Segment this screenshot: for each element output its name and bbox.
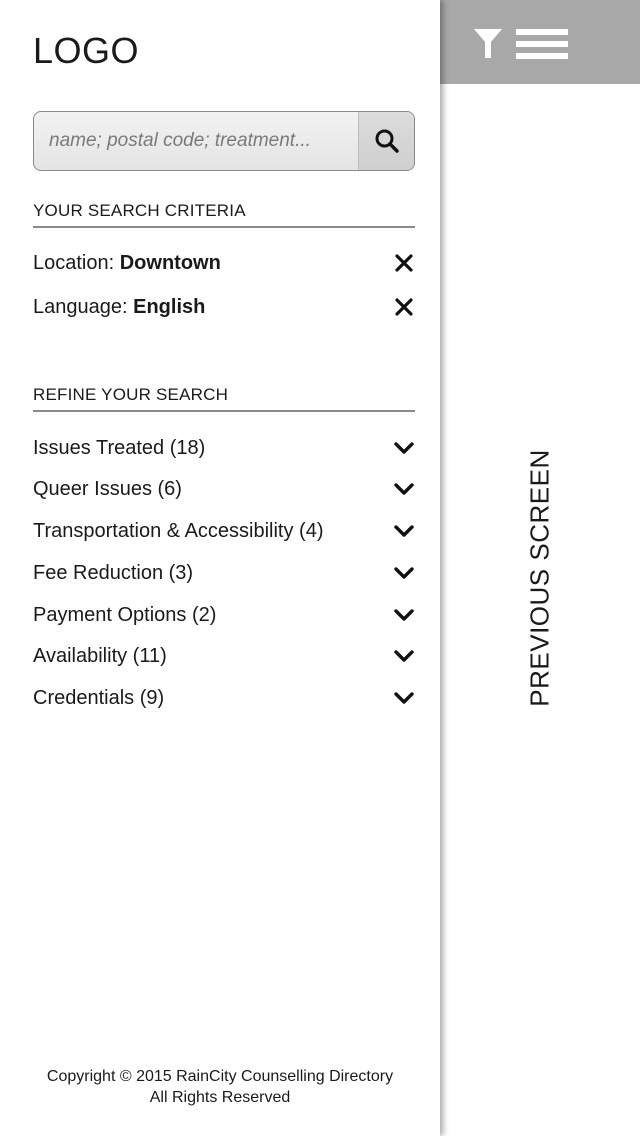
criteria-item-text: Language: English: [33, 296, 205, 319]
search-criteria-heading: YOUR SEARCH CRITERIA: [33, 201, 415, 228]
copyright-text: Copyright © 2015 RainCity Counselling Di…: [46, 1068, 394, 1085]
search-icon: [375, 129, 399, 153]
rights-text: All Rights Reserved: [149, 1089, 291, 1106]
refine-item-availability[interactable]: Availability (11): [33, 641, 415, 671]
chevron-down-icon: [393, 687, 415, 709]
filter-drawer: LOGO YOUR SEARCH CRITERIA Location: Down…: [0, 0, 440, 1136]
remove-language-button[interactable]: [393, 296, 415, 318]
remove-location-button[interactable]: [393, 252, 415, 274]
close-icon: [395, 298, 413, 316]
chevron-down-icon: [393, 520, 415, 542]
refine-item-transportation[interactable]: Transportation & Accessibility (4): [33, 516, 415, 546]
chevron-down-icon: [393, 562, 415, 584]
refine-item-label: Fee Reduction (3): [33, 561, 194, 584]
chevron-down-icon: [393, 478, 415, 500]
refine-item-label: Payment Options (2): [33, 603, 217, 626]
filter-icon[interactable]: [473, 28, 503, 60]
refine-item-credentials[interactable]: Credentials (9): [33, 683, 415, 713]
refine-item-label: Queer Issues (6): [33, 477, 182, 500]
search-button[interactable]: [358, 112, 414, 170]
refine-item-issues-treated[interactable]: Issues Treated (18): [33, 433, 415, 463]
criteria-item-text: Location: Downtown: [33, 252, 221, 275]
chevron-down-icon: [393, 604, 415, 626]
close-icon: [395, 254, 413, 272]
criteria-value: English: [133, 295, 206, 318]
search-input[interactable]: [34, 112, 358, 170]
refine-item-label: Issues Treated (18): [33, 436, 206, 459]
top-bar: [440, 0, 640, 84]
criteria-label: Language:: [33, 295, 134, 318]
criteria-item-language: Language: English: [33, 292, 415, 322]
refine-item-label: Transportation & Accessibility (4): [33, 519, 324, 542]
chevron-down-icon: [393, 437, 415, 459]
previous-screen-label[interactable]: PREVIOUS SCREEN: [525, 449, 556, 706]
previous-screen-panel[interactable]: PREVIOUS SCREEN: [440, 0, 640, 1136]
refine-item-fee-reduction[interactable]: Fee Reduction (3): [33, 558, 415, 588]
criteria-label: Location:: [33, 251, 120, 274]
refine-search-heading: REFINE YOUR SEARCH: [33, 385, 415, 412]
criteria-item-location: Location: Downtown: [33, 248, 415, 278]
refine-item-queer-issues[interactable]: Queer Issues (6): [33, 474, 415, 504]
refine-item-label: Availability (11): [33, 644, 167, 667]
criteria-value: Downtown: [119, 251, 221, 274]
logo: LOGO: [33, 30, 140, 71]
hamburger-menu-icon[interactable]: [516, 29, 568, 59]
footer: Copyright © 2015 RainCity Counselling Di…: [0, 1066, 440, 1108]
chevron-down-icon: [393, 645, 415, 667]
refine-item-label: Credentials (9): [33, 686, 165, 709]
search-box: [33, 111, 415, 171]
refine-item-payment-options[interactable]: Payment Options (2): [33, 600, 415, 630]
